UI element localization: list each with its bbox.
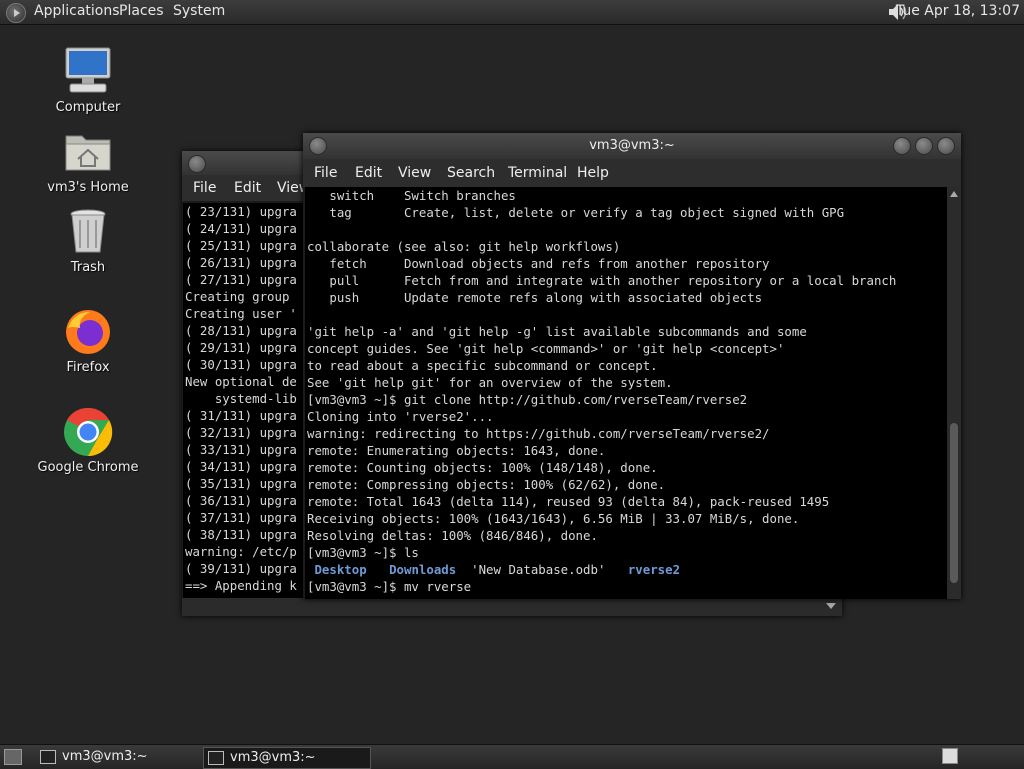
window-title: vm3@vm3:~ (589, 138, 675, 153)
window-menu-icon[interactable] (309, 137, 327, 155)
terminal-line: See 'git help git' for an overview of th… (307, 375, 673, 390)
scroll-up-arrow-icon[interactable] (950, 191, 958, 197)
front-terminal-output[interactable]: switch Switch branches tag Create, list,… (305, 187, 947, 599)
terminal-line: Cloning into 'rverse2'... (307, 409, 494, 424)
top-panel: Applications Places System Tue Apr 18, 1… (0, 0, 1024, 25)
firefox-icon (62, 306, 114, 358)
terminal-line: remote: Enumerating objects: 1643, done. (307, 443, 606, 458)
workspace-switcher-icon[interactable] (942, 748, 958, 764)
desktop-icon-label: Computer (55, 100, 121, 115)
scroll-down-arrow-icon[interactable] (826, 603, 836, 609)
terminal-line: [vm3@vm3 ~]$ git clone http://github.com… (307, 392, 748, 407)
terminal-line: Resolving deltas: 100% (846/846), done. (307, 528, 598, 543)
menu-edit[interactable]: Edit (234, 180, 261, 196)
menu-search[interactable]: Search (447, 165, 495, 181)
menu-terminal[interactable]: Terminal (508, 165, 567, 181)
desktop-icon-computer[interactable]: Computer (33, 46, 143, 115)
desktop-icon-label: Firefox (66, 360, 110, 375)
scroll-thumb[interactable] (950, 423, 958, 583)
terminal-icon (40, 750, 56, 764)
gnome-foot-icon[interactable] (6, 3, 26, 23)
desktop-icon-chrome[interactable]: Google Chrome (33, 406, 143, 475)
clock[interactable]: Tue Apr 18, 13:07 (896, 3, 1020, 19)
desktop-icon-trash[interactable]: Trash (33, 206, 143, 275)
terminal-icon (208, 751, 224, 765)
terminal-line: 'git help -a' and 'git help -g' list ava… (307, 324, 807, 339)
terminal-line: tag Create, list, delete or verify a tag… (307, 205, 845, 220)
bottom-panel: vm3@vm3:~ vm3@vm3:~ (0, 744, 1024, 769)
computer-icon (62, 46, 114, 98)
show-desktop-icon[interactable] (4, 749, 22, 765)
terminal-line: to read about a specific subcommand or c… (307, 358, 658, 373)
taskbar-item-terminal-1[interactable]: vm3@vm3:~ (36, 747, 212, 767)
ls-entry-directory: rverse2 (627, 562, 681, 577)
terminal-line: pull Fetch from and integrate with anoth… (307, 273, 897, 288)
ls-entry-file: 'New Database.odb' (471, 562, 606, 577)
taskbar-item-label: vm3@vm3:~ (62, 749, 148, 764)
menu-file[interactable]: File (314, 165, 337, 181)
terminal-line: push Update remote refs along with assoc… (307, 290, 763, 305)
terminal-line: Receiving objects: 100% (1643/1643), 6.5… (307, 511, 800, 526)
terminal-line: warning: redirecting to https://github.c… (307, 426, 770, 441)
taskbar-item-label: vm3@vm3:~ (230, 750, 316, 765)
desktop-icon-home[interactable]: vm3's Home (33, 126, 143, 195)
terminal-line: collaborate (see also: git help workflow… (307, 239, 621, 254)
front-terminal-window[interactable]: vm3@vm3:~ File Edit View Search Terminal… (303, 133, 961, 599)
terminal-line: remote: Compressing objects: 100% (62/62… (307, 477, 666, 492)
minimize-icon[interactable] (893, 137, 911, 155)
trash-icon (62, 206, 114, 258)
front-terminal-titlebar[interactable]: vm3@vm3:~ (303, 133, 961, 159)
back-terminal-hscroll[interactable] (182, 598, 842, 616)
menu-help[interactable]: Help (577, 165, 609, 181)
menu-system[interactable]: System (173, 3, 225, 19)
menu-applications[interactable]: Applications (34, 3, 120, 19)
menu-view[interactable]: View (398, 165, 431, 181)
ls-output-line: Desktop Downloads 'New Database.odb' rve… (307, 561, 947, 578)
window-menu-icon[interactable] (188, 155, 206, 173)
terminal-line: [vm3@vm3 ~]$ ls (307, 545, 419, 560)
menu-places[interactable]: Places (119, 3, 164, 19)
front-terminal-menubar: File Edit View Search Terminal Help (303, 159, 961, 187)
terminal-line: fetch Download objects and refs from ano… (307, 256, 770, 271)
ls-entry-directory: Desktop (314, 562, 367, 577)
menu-edit[interactable]: Edit (355, 165, 382, 181)
terminal-line: concept guides. See 'git help <command>'… (307, 341, 785, 356)
menu-file[interactable]: File (193, 180, 216, 196)
desktop-icon-label: vm3's Home (47, 180, 129, 195)
desktop-icon-firefox[interactable]: Firefox (33, 306, 143, 375)
front-terminal-vscroll[interactable] (947, 187, 961, 599)
terminal-line: remote: Counting objects: 100% (148/148)… (307, 460, 658, 475)
command-prompt-line[interactable]: [vm3@vm3 ~]$ mv rverse (307, 578, 947, 595)
close-icon[interactable] (937, 137, 955, 155)
taskbar-item-terminal-2[interactable]: vm3@vm3:~ (203, 747, 371, 769)
home-folder-icon (62, 126, 114, 178)
desktop-icon-label: Trash (70, 260, 106, 275)
desktop-icon-label: Google Chrome (37, 460, 139, 475)
ls-entry-directory: Downloads (389, 562, 457, 577)
terminal-line: remote: Total 1643 (delta 114), reused 9… (307, 494, 830, 509)
chrome-icon (62, 406, 114, 458)
terminal-line: switch Switch branches (307, 188, 516, 203)
maximize-icon[interactable] (915, 137, 933, 155)
